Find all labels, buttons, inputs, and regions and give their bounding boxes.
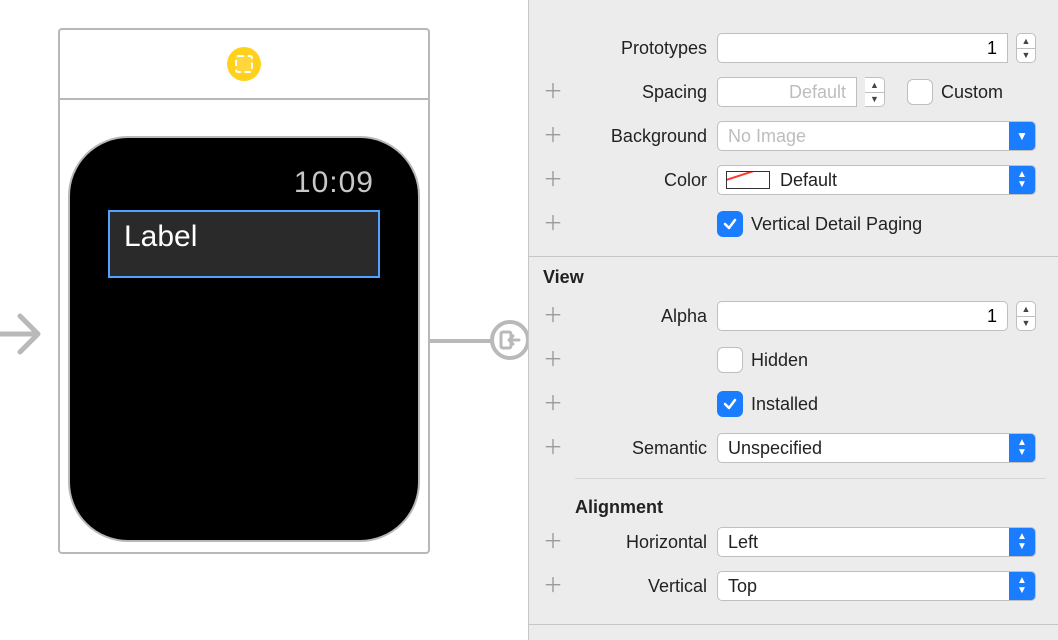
stepper-up-icon[interactable]: ▲: [1017, 34, 1035, 48]
stepper-down-icon[interactable]: ▼: [865, 92, 884, 107]
prototypes-field[interactable]: [717, 33, 1008, 63]
alignment-subsection-header: Alignment: [529, 485, 1058, 520]
dropdown-stepper-icon: ▲▼: [1009, 528, 1035, 556]
dropdown-stepper-icon: ▲▼: [1009, 434, 1035, 462]
scene-header[interactable]: [60, 30, 428, 100]
alpha-field[interactable]: [717, 301, 1008, 331]
alpha-stepper[interactable]: ▲ ▼: [1016, 301, 1036, 331]
background-select[interactable]: No Image ▲▼: [717, 121, 1036, 151]
status-bar-time: 10:09: [108, 152, 380, 206]
add-variant-button[interactable]: ＋: [543, 82, 563, 102]
color-select[interactable]: Default ▲▼: [717, 165, 1036, 195]
prototypes-input[interactable]: [718, 34, 1007, 62]
add-variant-button[interactable]: ＋: [543, 126, 563, 146]
alpha-label: Alpha: [569, 306, 717, 327]
dropdown-caret-icon: ▲▼: [1009, 122, 1035, 150]
attributes-inspector-panel: ＋ Prototypes ▲ ▼ ＋ Spacing ▲: [528, 0, 1058, 640]
horizontal-label: Horizontal: [569, 532, 717, 553]
stepper-up-icon[interactable]: ▲: [865, 78, 884, 92]
vertical-value: Top: [718, 576, 1009, 597]
semantic-value: Unspecified: [718, 438, 1009, 459]
add-variant-button[interactable]: ＋: [543, 438, 563, 458]
semantic-select[interactable]: Unspecified ▲▼: [717, 433, 1036, 463]
segue-in-arrow-icon: [0, 304, 44, 364]
add-variant-button[interactable]: ＋: [543, 532, 563, 552]
hidden-checkbox[interactable]: [717, 347, 743, 373]
spacing-stepper[interactable]: ▲ ▼: [865, 77, 885, 107]
vertical-detail-paging-label: Vertical Detail Paging: [751, 214, 922, 235]
watch-interface-scene[interactable]: 10:09 Label: [58, 28, 430, 554]
scene-exit-icon[interactable]: [490, 320, 530, 360]
vertical-detail-paging-checkbox[interactable]: [717, 211, 743, 237]
spacing-field[interactable]: [717, 77, 857, 107]
dropdown-stepper-icon: ▲▼: [1009, 572, 1035, 600]
color-value: Default: [780, 170, 837, 191]
color-label: Color: [569, 170, 717, 191]
vertical-label: Vertical: [569, 576, 717, 597]
hidden-label: Hidden: [751, 350, 808, 371]
watch-screen[interactable]: 10:09 Label: [68, 136, 420, 542]
add-variant-button[interactable]: ＋: [543, 350, 563, 370]
interface-builder-canvas[interactable]: 10:09 Label: [0, 0, 528, 640]
alpha-input[interactable]: [718, 302, 1007, 330]
stepper-down-icon[interactable]: ▼: [1017, 48, 1035, 63]
spacing-input[interactable]: [718, 78, 856, 106]
background-value: No Image: [718, 126, 1009, 147]
prototypes-label: Prototypes: [569, 38, 717, 59]
horizontal-select[interactable]: Left ▲▼: [717, 527, 1036, 557]
add-variant-button[interactable]: ＋: [543, 576, 563, 596]
add-variant-button[interactable]: ＋: [543, 394, 563, 414]
add-variant-button[interactable]: ＋: [543, 170, 563, 190]
table-row-label-selected[interactable]: Label: [108, 210, 380, 278]
add-variant-button[interactable]: ＋: [543, 306, 563, 326]
prototypes-stepper[interactable]: ▲ ▼: [1016, 33, 1036, 63]
semantic-label: Semantic: [569, 438, 717, 459]
stepper-up-icon[interactable]: ▲: [1017, 302, 1035, 316]
horizontal-value: Left: [718, 532, 1009, 553]
custom-spacing-checkbox[interactable]: [907, 79, 933, 105]
vertical-select[interactable]: Top ▲▼: [717, 571, 1036, 601]
installed-checkbox[interactable]: [717, 391, 743, 417]
color-swatch-none-icon: [726, 171, 770, 189]
add-variant-button[interactable]: ＋: [543, 214, 563, 234]
background-label: Background: [569, 126, 717, 147]
stepper-down-icon[interactable]: ▼: [1017, 316, 1035, 331]
dropdown-stepper-icon: ▲▼: [1009, 166, 1035, 194]
custom-spacing-label: Custom: [941, 82, 1003, 103]
installed-label: Installed: [751, 394, 818, 415]
spacing-label: Spacing: [569, 82, 717, 103]
interface-controller-icon: [227, 47, 261, 81]
view-section-header: View: [529, 257, 1058, 294]
